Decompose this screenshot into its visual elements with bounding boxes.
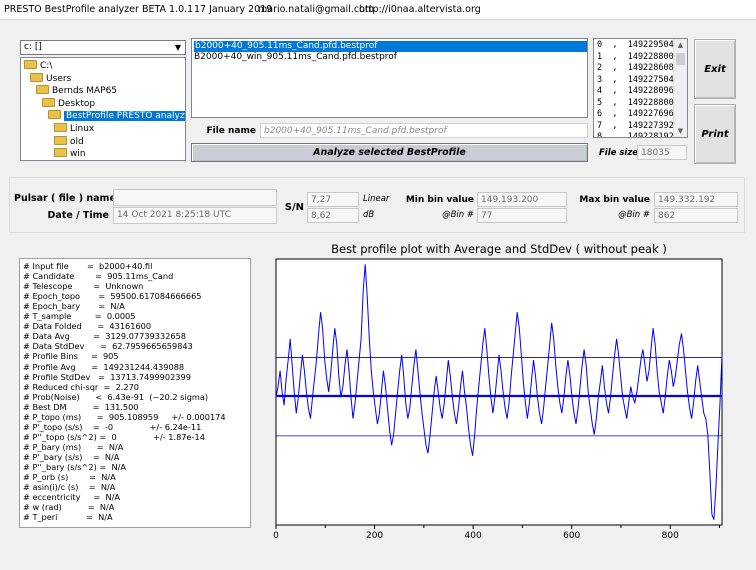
folder-icon — [30, 72, 43, 82]
tree-item[interactable]: Linux — [54, 123, 94, 135]
header-line: # Profile StdDev = 13713.7499902399 — [23, 371, 191, 382]
tree-item-label: BestProfile PRESTO analyzer 1.0.1.e — [64, 111, 185, 122]
directory-tree[interactable]: C:\ Users Bernds MAP65 Desktop BestProfile P… — [20, 57, 186, 161]
header-line: # P_topo (ms) = 905.108959 +/- 0.000174 — [23, 411, 226, 422]
x-tick-label: 800 — [662, 531, 679, 541]
app-title: PRESTO BestProfile analyzer BETA 1.0.1 — [4, 4, 194, 15]
header-line: # T_peri = N/A — [23, 512, 113, 523]
tree-item[interactable]: win — [54, 148, 86, 160]
plot-area — [275, 258, 723, 526]
x-tick-label: 0 — [273, 531, 279, 541]
sn-label: S/N — [284, 202, 304, 213]
tree-item-label: Bernds MAP65 — [52, 86, 118, 97]
max-bin-at-label: @Bin # — [618, 210, 650, 220]
folder-icon — [42, 97, 55, 107]
max-bin-label: Max bin value — [579, 195, 650, 205]
scroll-thumb[interactable] — [676, 53, 685, 65]
tree-item-label: Users — [46, 73, 72, 84]
header-line: # Profile Avg = 149231244.439088 — [23, 361, 185, 372]
bin-value-item: 6 , 149227696 — [597, 109, 674, 119]
folder-icon — [54, 123, 67, 132]
scroll-down-icon[interactable]: ▼ — [674, 125, 687, 137]
folder-icon — [54, 148, 67, 158]
header-line: # Prob(Noise) < 6.43e-91 (~20.2 sigma) — [23, 391, 209, 402]
folder-icon — [48, 110, 61, 120]
bin-value-item: 4 , 149228096 — [597, 86, 674, 96]
min-bin-index-field: 77 — [477, 208, 567, 223]
tree-item-label: C:\ — [40, 61, 53, 71]
analyze-button[interactable]: Analyze selected BestProfile — [191, 143, 588, 162]
folder-icon — [24, 60, 37, 69]
date-time-label: Date / Time — [47, 210, 109, 221]
author-url: http://i0naa.altervista.org — [359, 4, 481, 15]
tree-item-label: Desktop — [58, 98, 96, 109]
max-bin-field: 149.332.192 — [654, 192, 738, 207]
folder-icon — [54, 135, 67, 145]
exit-button[interactable]: Exit — [694, 39, 736, 99]
tree-item-label: old — [70, 136, 84, 147]
drive-select-value: c: [] — [24, 42, 42, 52]
print-button[interactable]: Print — [694, 104, 736, 164]
bin-value-item: 1 , 149228800 — [597, 51, 674, 62]
file-name-label: File name — [206, 126, 256, 136]
profile-plot: 0 200 400 600 800 — [273, 258, 723, 541]
header-line: # Best DM = 131.500 — [23, 401, 139, 412]
folder-icon — [36, 85, 49, 95]
sn-db-field: 8,62 — [307, 208, 359, 223]
bin-value-item: 3 , 149227504 — [597, 74, 674, 85]
tree-item[interactable]: Desktop — [42, 97, 96, 110]
tree-item-label: win — [70, 149, 86, 160]
bestprof-header-text: # Input file = b2000+40.fil # Candidate =… — [19, 258, 251, 528]
chevron-down-icon[interactable]: ▼ — [171, 41, 185, 54]
header-line: # Profile Bins = 905 — [23, 351, 119, 362]
header-line: # Reduced chi-sqr = 2.270 — [23, 381, 140, 392]
date-time-field: 14 Oct 2021 8:25:18 UTC — [113, 207, 277, 224]
scroll-up-icon[interactable]: ▲ — [674, 39, 687, 51]
file-size-label: File size — [599, 148, 639, 158]
x-tick-label: 200 — [366, 531, 383, 541]
tree-item[interactable]: Bernds MAP65 — [36, 85, 117, 97]
file-name-field[interactable]: b2000+40_905.11ms_Cand.pfd.bestprof — [260, 123, 588, 138]
bin-value-item: 8 , 149228192 — [597, 132, 674, 138]
drive-select[interactable]: c: [] ▼ — [20, 40, 186, 55]
pulsar-name-field — [113, 189, 277, 206]
tree-item[interactable]: BestProfile PRESTO analyzer 1.0.1.e — [48, 110, 185, 122]
bin-value-item: 0 , 149229504 — [597, 40, 674, 50]
x-tick-label: 400 — [465, 531, 482, 541]
title-bar: PRESTO BestProfile analyzer BETA 1.0.1 1… — [0, 0, 756, 20]
bin-value-item: 7 , 149227392 — [597, 120, 674, 131]
sn-db-unit: dB — [363, 210, 375, 220]
file-size-field: 18035 — [637, 145, 687, 160]
bin-list-scrollbar[interactable]: ▲ ▼ — [673, 39, 687, 137]
min-bin-label: Min bin value — [405, 195, 474, 205]
file-list[interactable]: b2000+40_905.11ms_Cand.pfd.bestprof B2000… — [191, 38, 588, 118]
plot-title: Best profile plot with Average and StdDe… — [331, 242, 667, 256]
author-email: mario.natali@gmail.com — [258, 4, 375, 15]
bin-value-item: 2 , 149228608 — [597, 63, 674, 73]
pulsar-name-label: Pulsar ( file ) name — [14, 193, 116, 204]
min-bin-at-label: @Bin # — [442, 210, 474, 220]
x-tick-label: 600 — [563, 531, 580, 541]
min-bin-field: 149.193.200 — [477, 192, 567, 207]
max-bin-index-field: 862 — [654, 208, 738, 223]
tree-item-label: Linux — [70, 124, 95, 134]
file-list-item[interactable]: B2000+40_win_905.11ms_Cand.pfd.bestprof — [194, 52, 397, 63]
tree-item[interactable]: old — [54, 135, 84, 148]
sn-linear-unit: Linear — [363, 194, 390, 204]
tree-item[interactable]: Users — [30, 72, 72, 85]
bin-values-list[interactable]: ▲ ▼ 0 , 149229504 1 , 149228800 2 , 149228… — [593, 38, 688, 138]
sn-linear-field: 7,27 — [307, 192, 359, 207]
tree-item[interactable]: C:\ — [24, 60, 52, 72]
file-list-item[interactable]: b2000+40_905.11ms_Cand.pfd.bestprof — [194, 41, 587, 52]
bin-value-item: 5 , 149228800 — [597, 97, 674, 108]
